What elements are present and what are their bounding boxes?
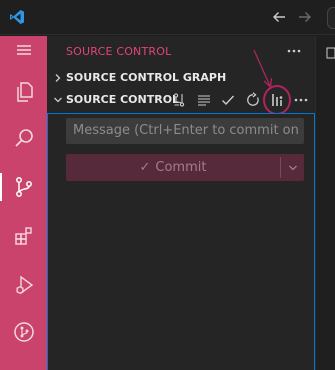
annotation-arrow-icon: [253, 49, 273, 89]
vscode-window: SOURCE CONTROL SOURCE CONTROL GRAPH SOUR…: [0, 0, 335, 370]
activity-item-extensions[interactable]: [0, 216, 47, 256]
views-more-icon[interactable]: [283, 40, 305, 62]
command-center[interactable]: [327, 7, 335, 29]
more-icon[interactable]: [291, 90, 311, 110]
check-icon[interactable]: [218, 90, 238, 110]
menu-icon[interactable]: [0, 30, 47, 70]
editor-area: [315, 36, 335, 370]
commit-button-label: Commit: [155, 160, 207, 175]
vscode-logo-icon: [10, 10, 24, 24]
commit-button[interactable]: ✓ Commit: [66, 154, 280, 181]
editor-tab-icon: [326, 47, 335, 59]
refresh-icon[interactable]: [243, 90, 263, 110]
source-control-icon: [15, 177, 32, 197]
section-label: SOURCE CONTROL GRAPH: [66, 71, 227, 84]
run-debug-icon: [15, 275, 33, 295]
arrow-right-icon[interactable]: [296, 8, 314, 26]
activity-item-explorer[interactable]: [0, 72, 47, 112]
commit-message-input[interactable]: Message (Ctrl+Enter to commit on ...: [66, 118, 304, 144]
arrow-left-icon[interactable]: [270, 8, 288, 26]
title-bar: [0, 0, 335, 35]
commit-dropdown-button[interactable]: [281, 154, 304, 181]
extensions-icon: [14, 227, 32, 245]
activity-item-search[interactable]: [0, 118, 47, 158]
section-label: SOURCE CONTROL: [66, 93, 180, 106]
graph-branch-icon[interactable]: [169, 90, 189, 110]
source-control-panel: Message (Ctrl+Enter to commit on ... ✓ C…: [47, 113, 315, 370]
activity-bar: [0, 36, 47, 370]
files-icon: [16, 82, 33, 102]
activity-item-git-graph[interactable]: [0, 312, 47, 352]
chevron-down-icon: [54, 97, 62, 103]
list-icon[interactable]: [194, 90, 214, 110]
sidebar: SOURCE CONTROL SOURCE CONTROL GRAPH SOUR…: [47, 36, 315, 370]
commit-button-group: ✓ Commit: [66, 154, 304, 181]
search-icon: [14, 129, 33, 147]
activity-item-run-and-debug[interactable]: [0, 265, 47, 305]
chevron-right-icon: [55, 74, 61, 82]
git-graph-icon: [13, 322, 34, 342]
check-icon: ✓: [139, 160, 151, 175]
activity-item-source-control[interactable]: [0, 167, 47, 207]
sidebar-title: SOURCE CONTROL: [66, 45, 172, 58]
chevron-down-icon: [288, 165, 297, 170]
